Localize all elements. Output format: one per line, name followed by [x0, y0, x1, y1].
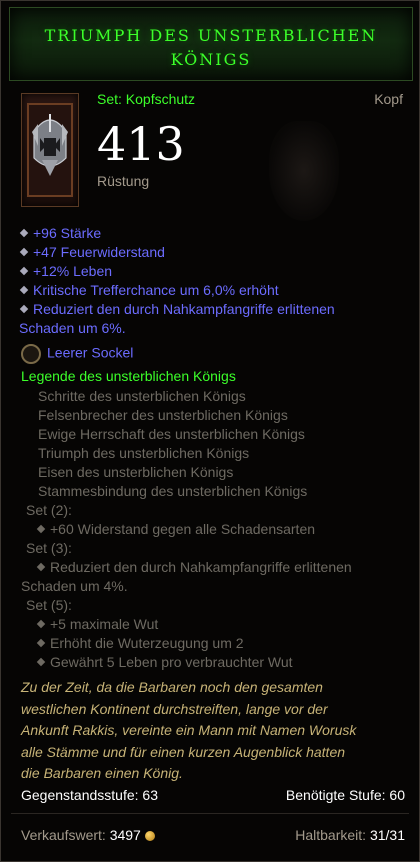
item-tooltip: TRIUMPH DES UNSTERBLICHEN KÖNIGS Set: Ko… — [0, 0, 420, 862]
item-level: Gegenstandsstufe: 63 — [21, 787, 158, 803]
item-title: TRIUMPH DES UNSTERBLICHEN KÖNIGS — [10, 24, 412, 72]
armor-value: 413 — [97, 117, 185, 171]
set-bonus-line: +5 maximale Wut — [36, 615, 158, 634]
set-bonus-line: +60 Widerstand gegen alle Schadensarten — [36, 520, 315, 539]
sell-value: Verkaufswert: 3497 — [21, 827, 155, 843]
bullet-icon — [19, 248, 29, 257]
set-item: Schritte des unsterblichen Königs — [38, 388, 246, 404]
bullet-icon — [36, 563, 46, 572]
stat-line: +96 Stärke — [19, 224, 101, 243]
bullet-icon — [36, 639, 46, 648]
item-icon-frame — [21, 93, 79, 207]
set-item: Felsenbrecher des unsterblichen Königs — [38, 407, 288, 423]
set-bonus-line: Erhöht die Wuterzeugung um 2 — [36, 634, 244, 653]
set-item: Ewige Herrschaft des unsterblichen König… — [38, 426, 305, 442]
bullet-icon — [19, 267, 29, 276]
gold-coin-icon — [144, 831, 155, 842]
empty-socket: Leerer Sockel — [21, 344, 133, 364]
durability: Haltbarkeit: 31/31 — [295, 827, 405, 843]
gem-socket-icon — [21, 344, 41, 364]
set-item: Eisen des unsterblichen Königs — [38, 464, 234, 480]
set-name: Legende des unsterblichen Königs — [21, 368, 236, 384]
set-item: Triumph des unsterblichen Königs — [38, 445, 250, 461]
bullet-icon — [19, 229, 29, 238]
stat-line-continued: Schaden um 6%. — [19, 320, 126, 336]
helm-icon — [27, 103, 73, 197]
set-bonus-label: Set (5): — [26, 597, 72, 613]
set-bonus-label: Set (3): — [26, 540, 72, 556]
bullet-icon — [36, 620, 46, 629]
bullet-icon — [19, 305, 29, 314]
set-bonus-label: Set (2): — [26, 502, 72, 518]
set-bonus-line: Gewährt 5 Leben pro verbrauchter Wut — [36, 653, 293, 672]
armor-label: Rüstung — [97, 173, 150, 189]
flavor-text: Zu der Zeit, da die Barbaren noch den ge… — [21, 679, 357, 781]
item-title-line1: TRIUMPH DES UNSTERBLICHEN — [44, 26, 378, 45]
item-title-line2: KÖNIGS — [170, 50, 252, 69]
bullet-icon — [36, 658, 46, 667]
stat-line: +12% Leben — [19, 262, 112, 281]
bullet-icon — [36, 525, 46, 534]
set-bonus-line: Reduziert den durch Nahkampfangriffe erl… — [36, 558, 352, 577]
set-item: Stammesbindung des unsterblichen Königs — [38, 483, 308, 499]
bullet-icon — [19, 286, 29, 295]
divider — [11, 813, 409, 814]
item-title-banner: TRIUMPH DES UNSTERBLICHEN KÖNIGS — [9, 7, 413, 81]
stat-line: Kritische Trefferchance um 6,0% erhöht — [19, 281, 279, 300]
item-slot: Kopf — [374, 91, 403, 107]
required-level: Benötigte Stufe: 60 — [285, 787, 405, 803]
item-type: Set: Kopfschutz — [97, 91, 196, 107]
armor-shield-watermark — [269, 121, 339, 221]
set-bonus-line-continued: Schaden um 4%. — [21, 578, 128, 594]
stat-line: +47 Feuerwiderstand — [19, 243, 165, 262]
stat-line: Reduziert den durch Nahkampfangriffe erl… — [19, 300, 335, 319]
